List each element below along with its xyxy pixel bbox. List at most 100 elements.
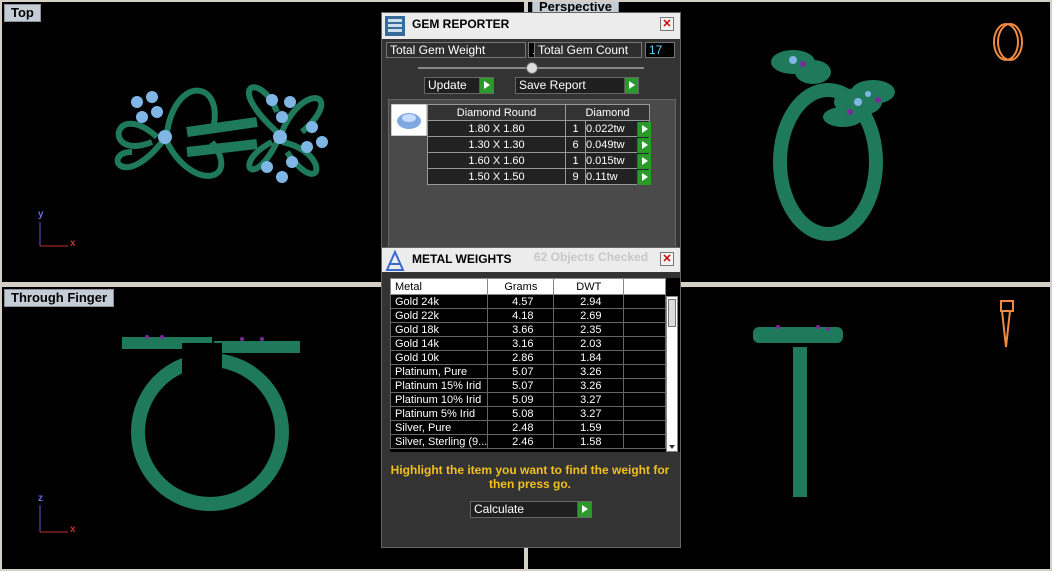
metal-row-name: Platinum 15% Irid — [390, 378, 489, 393]
metal-row-name: Gold 24k — [390, 294, 489, 309]
metal-row-grams: 5.09 — [487, 392, 555, 407]
metal-row[interactable]: Gold 18k 3.66 2.35 — [390, 322, 667, 337]
viewport-label-through-finger[interactable]: Through Finger — [4, 289, 115, 307]
calculate-button[interactable]: Calculate — [470, 501, 592, 518]
gem-row-size: 1.50 X 1.50 — [427, 168, 566, 185]
metal-row[interactable]: Platinum 10% Irid 5.09 3.27 — [390, 392, 667, 407]
gem-row[interactable]: 1.50 X 1.50 9 0.11tw — [427, 168, 650, 185]
metal-row-dwt: 2.69 — [553, 308, 625, 323]
metal-row[interactable]: Platinum 5% Irid 5.08 3.27 — [390, 406, 667, 421]
gem-row-go-button[interactable] — [637, 170, 651, 186]
metal-header-grams: Grams — [487, 278, 555, 295]
metal-row-name: Gold 22k — [390, 308, 489, 323]
gem-row[interactable]: 1.60 X 1.60 1 0.015tw — [427, 152, 650, 169]
gem-row-count: 1 — [565, 152, 586, 169]
metal-row-name: Platinum 5% Irid — [390, 406, 489, 421]
metal-row-grams: 2.48 — [487, 420, 555, 435]
metal-weights-panel[interactable]: METAL WEIGHTS 62 Objects Checked ✕ Metal… — [381, 247, 681, 548]
gem-row-count: 9 — [565, 168, 586, 185]
save-report-button[interactable]: Save Report — [515, 77, 639, 94]
metal-table: Metal Grams DWT Gold 24k 4.57 2.94 Gold 22k… — [390, 278, 667, 449]
metal-weights-title: METAL WEIGHTS — [412, 252, 512, 266]
gem-row-go-button[interactable] — [637, 138, 651, 154]
scroll-down-icon[interactable] — [669, 445, 675, 449]
metal-weights-icon — [385, 250, 405, 271]
metal-weights-titlebar[interactable]: METAL WEIGHTS 62 Objects Checked ✕ — [382, 248, 680, 272]
finger-icon — [1000, 300, 1014, 348]
metal-row-grams: 2.46 — [487, 434, 555, 449]
gem-row-count: 1 — [565, 120, 586, 137]
update-button-label: Update — [428, 78, 467, 92]
calculate-button-label: Calculate — [474, 502, 525, 516]
close-icon[interactable]: ✕ — [660, 252, 674, 266]
gem-row-count: 6 — [565, 136, 586, 153]
metal-row-name: Platinum 10% Irid — [390, 392, 489, 407]
diamond-round-icon — [391, 104, 427, 136]
metal-row-name: Silver, Sterling (9... — [390, 434, 489, 449]
metal-row-name: Gold 18k — [390, 322, 489, 337]
metal-row-grams: 5.08 — [487, 406, 555, 421]
metal-row[interactable]: Gold 24k 4.57 2.94 — [390, 294, 667, 309]
metal-row[interactable]: Platinum 15% Irid 5.07 3.26 — [390, 378, 667, 393]
gem-reporter-panel[interactable]: GEM REPORTER ✕ Total Gem Weight .20 Tota… — [381, 12, 681, 255]
gem-row[interactable]: 1.30 X 1.30 6 0.049tw — [427, 136, 650, 153]
gem-reporter-titlebar[interactable]: GEM REPORTER ✕ — [382, 13, 680, 39]
metal-row-grams: 5.07 — [487, 364, 555, 379]
metal-row[interactable]: Gold 10k 2.86 1.84 — [390, 350, 667, 365]
metal-row-grams: 3.66 — [487, 322, 555, 337]
calculate-hint: Highlight the item you want to find the … — [390, 463, 670, 491]
go-arrow-icon — [479, 78, 493, 93]
update-button[interactable]: Update — [424, 77, 494, 94]
metal-row[interactable]: Gold 22k 4.18 2.69 — [390, 308, 667, 323]
close-icon[interactable]: ✕ — [660, 17, 674, 31]
ring-icon — [993, 23, 1023, 61]
axis-z-label: z — [38, 493, 43, 504]
gem-header-shape: Diamond Round — [427, 104, 566, 121]
metal-row-dwt: 2.35 — [553, 322, 625, 337]
metal-row-dwt: 1.84 — [553, 350, 625, 365]
scrollbar-thumb[interactable] — [668, 299, 676, 327]
metal-row-grams: 2.86 — [487, 350, 555, 365]
axis-x-label: x — [70, 238, 76, 249]
gem-row-size: 1.60 X 1.60 — [427, 152, 566, 169]
gem-header-type: Diamond — [565, 104, 650, 121]
metal-row-dwt: 3.26 — [553, 378, 625, 393]
metal-row-name: Gold 14k — [390, 336, 489, 351]
metal-row[interactable]: Gold 14k 3.16 2.03 — [390, 336, 667, 351]
metal-row[interactable]: Silver, Pure 2.48 1.59 — [390, 420, 667, 435]
gem-row-weight: 0.11tw — [586, 170, 618, 183]
splitter-grip-icon[interactable] — [526, 62, 538, 74]
gem-row[interactable]: 1.80 X 1.80 1 0.022tw — [427, 120, 650, 137]
gem-row-size: 1.80 X 1.80 — [427, 120, 566, 137]
total-gem-count-label: Total Gem Count — [534, 42, 642, 58]
metal-row-dwt: 3.26 — [553, 364, 625, 379]
metal-row-grams: 4.18 — [487, 308, 555, 323]
viewport-label-top[interactable]: Top — [4, 4, 41, 22]
metal-row[interactable]: Silver, Sterling (9... 2.46 1.58 — [390, 434, 667, 449]
gem-row-size: 1.30 X 1.30 — [427, 136, 566, 153]
go-arrow-icon — [637, 154, 651, 169]
gem-row-go-buttons — [637, 122, 651, 186]
gem-row-go-button[interactable] — [637, 154, 651, 170]
go-arrow-icon — [624, 78, 638, 93]
metal-row-name: Gold 10k — [390, 350, 489, 365]
gem-row-go-button[interactable] — [637, 122, 651, 138]
total-gem-weight-label: Total Gem Weight — [386, 42, 526, 58]
gem-row-weight: 0.015tw — [586, 154, 625, 167]
go-arrow-icon — [637, 122, 651, 137]
objects-checked-status: 62 Objects Checked — [534, 250, 649, 264]
go-arrow-icon — [637, 170, 651, 185]
axis-y-label: y — [38, 209, 44, 220]
gem-reporter-title: GEM REPORTER — [412, 17, 510, 31]
metal-row-name: Silver, Pure — [390, 420, 489, 435]
metal-scrollbar[interactable] — [666, 296, 678, 452]
metal-row-dwt: 3.27 — [553, 406, 625, 421]
go-arrow-icon — [637, 138, 651, 153]
metal-row-dwt: 1.59 — [553, 420, 625, 435]
metal-row-grams: 3.16 — [487, 336, 555, 351]
metal-row-grams: 4.57 — [487, 294, 555, 309]
metal-header-metal: Metal — [390, 278, 489, 295]
metal-header-dwt: DWT — [553, 278, 625, 295]
metal-row[interactable]: Platinum, Pure 5.07 3.26 — [390, 364, 667, 379]
gem-list-area: Diamond Round Diamond 1.80 X 1.80 1 0.02… — [388, 99, 676, 249]
